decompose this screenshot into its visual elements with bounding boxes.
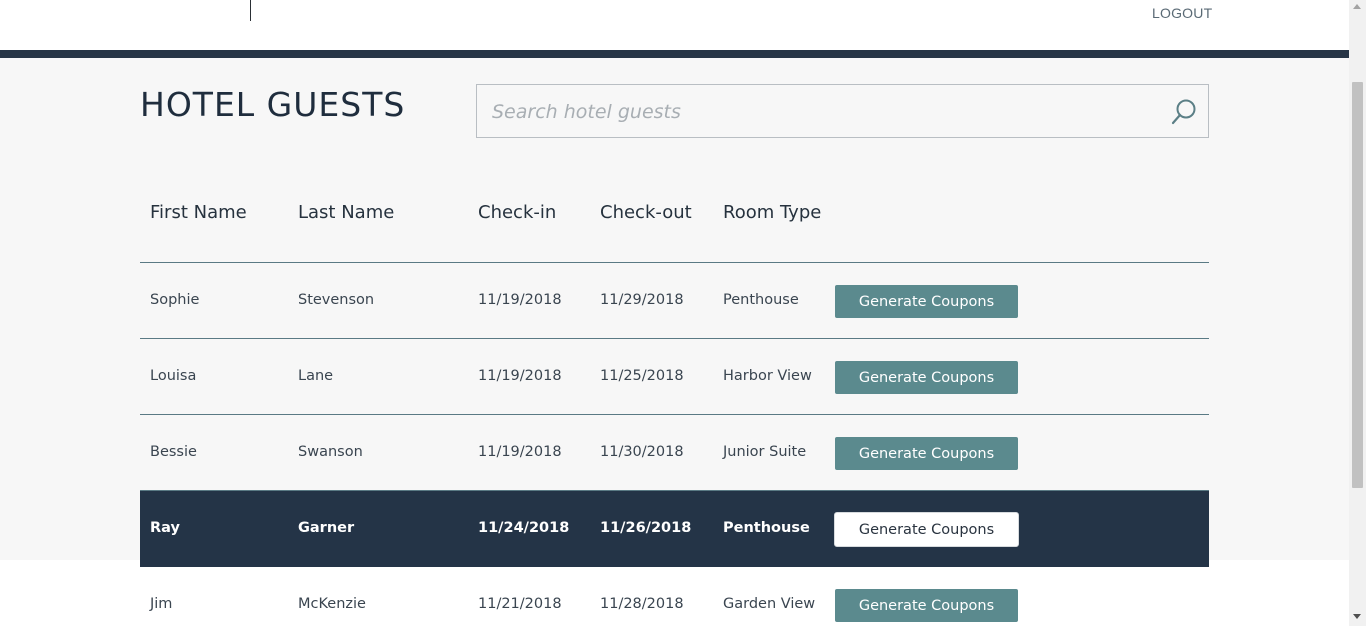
- header-accent-bar: [0, 50, 1349, 58]
- first-name-cell: Jim: [150, 596, 173, 612]
- top-header: LOGOUT: [0, 0, 1349, 50]
- scrollbar-thumb[interactable]: [1352, 82, 1363, 488]
- generate-coupons-button[interactable]: Generate Coupons: [835, 361, 1018, 394]
- last-name-cell: Swanson: [298, 444, 363, 460]
- scroll-down-arrow-icon[interactable]: [1353, 614, 1361, 619]
- generate-coupons-button[interactable]: Generate Coupons: [834, 512, 1019, 547]
- last-name-cell: McKenzie: [298, 596, 366, 612]
- check-out-cell: 11/25/2018: [600, 368, 684, 384]
- generate-coupons-button[interactable]: Generate Coupons: [835, 437, 1018, 470]
- check-out-cell: 11/29/2018: [600, 292, 684, 308]
- room-type-cell: Penthouse: [723, 292, 799, 308]
- table-row[interactable]: Sophie Stevenson 11/19/2018 11/29/2018 P…: [140, 263, 1209, 339]
- column-header-room-type: Room Type: [723, 202, 822, 223]
- last-name-cell: Garner: [298, 520, 355, 536]
- guests-table: First Name Last Name Check-in Check-out …: [140, 160, 1209, 626]
- table-header: First Name Last Name Check-in Check-out …: [140, 160, 1209, 263]
- check-in-cell: 11/19/2018: [478, 292, 562, 308]
- scroll-up-arrow-icon[interactable]: [1353, 4, 1361, 9]
- table-row[interactable]: Louisa Lane 11/19/2018 11/25/2018 Harbor…: [140, 339, 1209, 415]
- check-out-cell: 11/28/2018: [600, 596, 684, 612]
- first-name-cell: Sophie: [150, 292, 200, 308]
- page-title: HOTEL GUESTS: [140, 85, 406, 124]
- search-icon[interactable]: [1169, 97, 1199, 127]
- room-type-cell: Junior Suite: [723, 444, 807, 460]
- vertical-scrollbar[interactable]: [1349, 0, 1366, 626]
- check-in-cell: 11/19/2018: [478, 368, 562, 384]
- search-box: [476, 84, 1209, 138]
- column-header-first-name: First Name: [150, 202, 247, 223]
- header-divider: [250, 0, 251, 21]
- room-type-cell: Harbor View: [723, 368, 812, 384]
- check-out-cell: 11/26/2018: [600, 520, 692, 536]
- column-header-check-out: Check-out: [600, 202, 692, 223]
- generate-coupons-button[interactable]: Generate Coupons: [835, 285, 1018, 318]
- room-type-cell: Garden View: [723, 596, 816, 612]
- check-in-cell: 11/24/2018: [478, 520, 570, 536]
- column-header-last-name: Last Name: [298, 202, 395, 223]
- first-name-cell: Ray: [150, 520, 180, 536]
- table-row-selected[interactable]: Ray Garner 11/24/2018 11/26/2018 Penthou…: [140, 491, 1209, 567]
- last-name-cell: Lane: [298, 368, 334, 384]
- first-name-cell: Bessie: [150, 444, 197, 460]
- search-input[interactable]: [490, 95, 1154, 129]
- check-in-cell: 11/19/2018: [478, 444, 562, 460]
- room-type-cell: Penthouse: [723, 520, 810, 536]
- logout-link[interactable]: LOGOUT: [1152, 5, 1212, 21]
- generate-coupons-button[interactable]: Generate Coupons: [835, 589, 1018, 622]
- check-out-cell: 11/30/2018: [600, 444, 684, 460]
- table-row[interactable]: Jim McKenzie 11/21/2018 11/28/2018 Garde…: [140, 567, 1209, 626]
- page: LOGOUT HOTEL GUESTS First Name Last Name…: [0, 0, 1366, 626]
- check-in-cell: 11/21/2018: [478, 596, 562, 612]
- last-name-cell: Stevenson: [298, 292, 375, 308]
- column-header-check-in: Check-in: [478, 202, 557, 223]
- table-row[interactable]: Bessie Swanson 11/19/2018 11/30/2018 Jun…: [140, 415, 1209, 491]
- first-name-cell: Louisa: [150, 368, 197, 384]
